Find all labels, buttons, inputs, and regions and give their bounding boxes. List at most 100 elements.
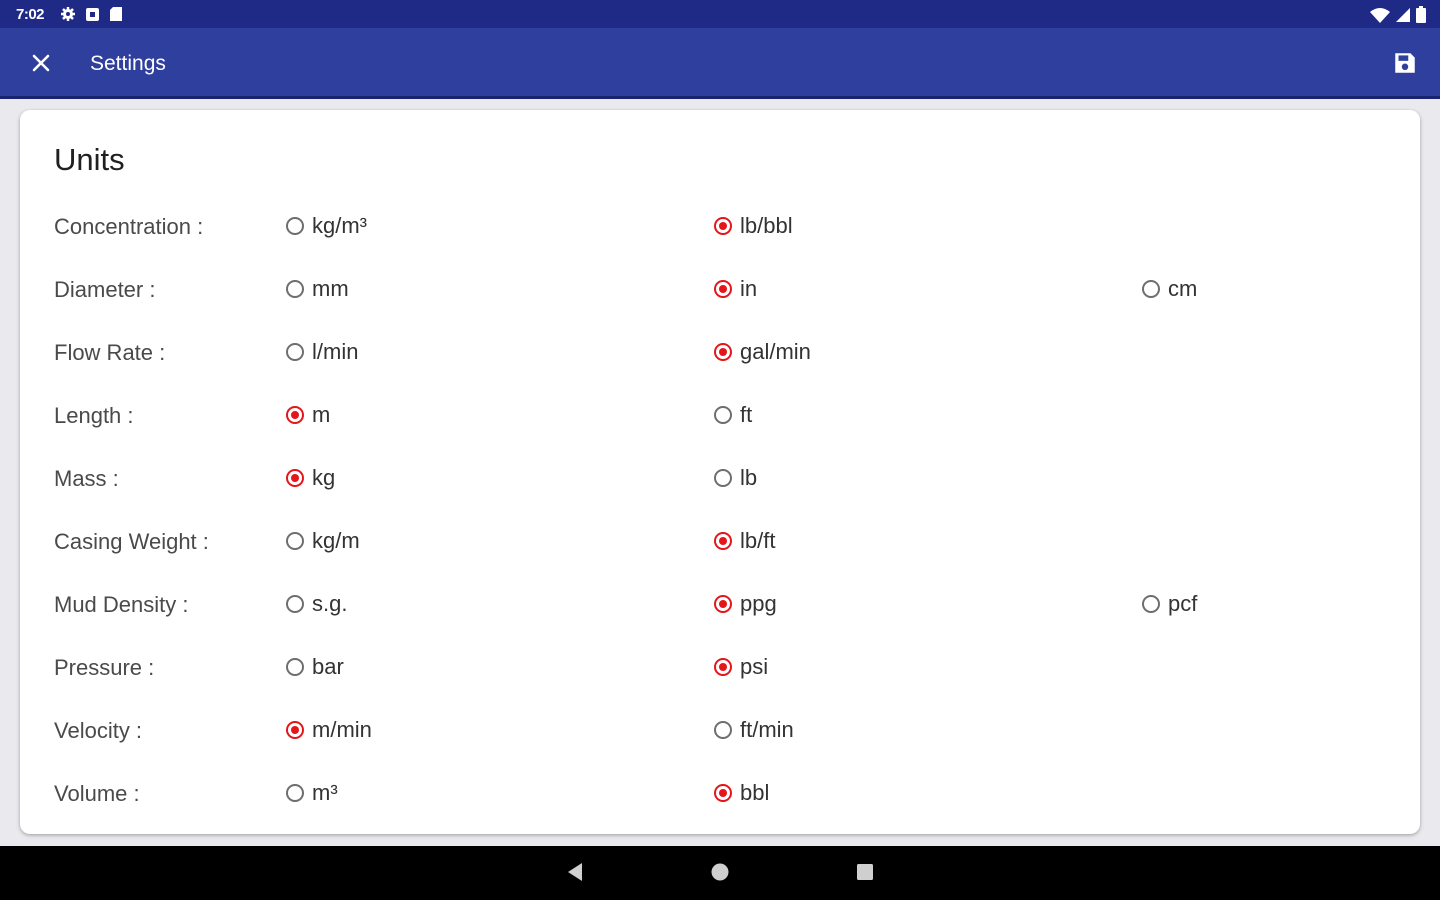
radio-button[interactable]: [714, 406, 732, 424]
home-icon[interactable]: [708, 860, 732, 884]
unit-row-label: Velocity :: [54, 718, 143, 743]
radio-button[interactable]: [714, 280, 732, 298]
unit-option[interactable]: s.g.: [286, 588, 347, 620]
unit-option[interactable]: gal/min: [714, 336, 811, 368]
unit-row: Volume : m³ bbl: [20, 773, 1420, 813]
unit-option-label: pcf: [1168, 591, 1198, 616]
unit-option-label: ft/min: [740, 717, 794, 742]
unit-option-label: in: [740, 276, 758, 301]
gear-icon: [60, 6, 76, 27]
navigation-bar: [0, 846, 1440, 900]
sd-card-icon: [109, 6, 123, 27]
page-title: Settings: [90, 52, 166, 75]
unit-option-label: mm: [312, 276, 349, 301]
unit-option-label: m³: [312, 780, 338, 805]
unit-row-label: Concentration :: [54, 214, 204, 239]
radio-button[interactable]: [286, 784, 304, 802]
close-icon[interactable]: [28, 50, 54, 76]
unit-option[interactable]: pcf: [1142, 588, 1197, 620]
unit-row: Diameter : mm in cm: [20, 269, 1420, 309]
radio-button[interactable]: [714, 469, 732, 487]
unit-option[interactable]: mm: [286, 273, 349, 305]
section-title: Units: [54, 142, 125, 177]
unit-row-label: Mass :: [54, 466, 119, 491]
unit-option[interactable]: in: [714, 273, 757, 305]
radio-button[interactable]: [714, 343, 732, 361]
unit-option[interactable]: l/min: [286, 336, 358, 368]
unit-row: Length : m ft: [20, 395, 1420, 435]
unit-row-label: Diameter :: [54, 277, 156, 302]
radio-button[interactable]: [714, 784, 732, 802]
unit-option[interactable]: m/min: [286, 714, 372, 746]
radio-button[interactable]: [714, 658, 732, 676]
radio-button[interactable]: [286, 532, 304, 550]
radio-button[interactable]: [714, 595, 732, 613]
cell-signal-icon: [1396, 7, 1410, 27]
units-card: Units Concentration : kg/m³ lb/bbl Diameter…: [20, 110, 1420, 834]
unit-option[interactable]: ft: [714, 399, 752, 431]
unit-option[interactable]: ft/min: [714, 714, 794, 746]
radio-button[interactable]: [286, 280, 304, 298]
unit-row: Concentration : kg/m³ lb/bbl: [20, 206, 1420, 246]
battery-icon: [1416, 6, 1426, 28]
unit-option-label: lb: [740, 465, 758, 490]
unit-option[interactable]: cm: [1142, 273, 1197, 305]
radio-button[interactable]: [286, 595, 304, 613]
unit-option[interactable]: kg/m³: [286, 210, 367, 242]
unit-row: Casing Weight : kg/m lb/ft: [20, 521, 1420, 561]
radio-button[interactable]: [286, 343, 304, 361]
unit-option[interactable]: kg/m: [286, 525, 360, 557]
unit-row-label: Pressure :: [54, 655, 155, 680]
unit-option-label: kg: [312, 465, 336, 490]
save-icon[interactable]: [1392, 50, 1418, 76]
unit-option[interactable]: kg: [286, 462, 335, 494]
unit-option-label: s.g.: [312, 591, 348, 616]
unit-row: Flow Rate : l/min gal/min: [20, 332, 1420, 372]
radio-button[interactable]: [714, 217, 732, 235]
radio-button[interactable]: [286, 469, 304, 487]
unit-option-label: bbl: [740, 780, 770, 805]
radio-button[interactable]: [286, 406, 304, 424]
radio-button[interactable]: [714, 721, 732, 739]
unit-option[interactable]: m³: [286, 777, 338, 809]
unit-option-label: ppg: [740, 591, 777, 616]
unit-option[interactable]: psi: [714, 651, 768, 683]
unit-option[interactable]: bbl: [714, 777, 769, 809]
unit-option-label: bar: [312, 654, 344, 679]
status-bar: 7:02: [0, 0, 1440, 28]
radio-button[interactable]: [286, 217, 304, 235]
unit-option[interactable]: lb/ft: [714, 525, 775, 557]
unit-option-label: m/min: [312, 717, 372, 742]
unit-row: Pressure : bar psi: [20, 647, 1420, 687]
unit-row-label: Length :: [54, 403, 134, 428]
unit-option[interactable]: lb: [714, 462, 757, 494]
unit-option-label: cm: [1168, 276, 1198, 301]
radio-button[interactable]: [1142, 595, 1160, 613]
unit-option[interactable]: m: [286, 399, 330, 431]
unit-option[interactable]: lb/bbl: [714, 210, 793, 242]
notification-square-icon: [85, 7, 100, 27]
unit-option-label: ft: [740, 402, 753, 427]
radio-button[interactable]: [286, 721, 304, 739]
unit-option-label: l/min: [312, 339, 359, 364]
radio-button[interactable]: [1142, 280, 1160, 298]
recents-icon[interactable]: [853, 860, 877, 884]
unit-option-label: lb/ft: [740, 528, 776, 553]
unit-option-label: lb/bbl: [740, 213, 793, 238]
unit-row-label: Casing Weight :: [54, 529, 209, 554]
back-icon[interactable]: [563, 860, 587, 884]
unit-row-label: Volume :: [54, 781, 140, 806]
unit-option-label: kg/m: [312, 528, 360, 553]
unit-row: Mud Density : s.g. ppg pcf: [20, 584, 1420, 624]
unit-option[interactable]: ppg: [714, 588, 777, 620]
wifi-icon: [1370, 7, 1390, 28]
radio-button[interactable]: [714, 532, 732, 550]
unit-option[interactable]: bar: [286, 651, 344, 683]
unit-row-label: Mud Density :: [54, 592, 189, 617]
unit-option-label: m: [312, 402, 331, 427]
status-time: 7:02: [16, 6, 45, 23]
radio-button[interactable]: [286, 658, 304, 676]
unit-option-label: psi: [740, 654, 769, 679]
unit-row: Velocity : m/min ft/min: [20, 710, 1420, 750]
app-bar: Settings: [0, 28, 1440, 99]
